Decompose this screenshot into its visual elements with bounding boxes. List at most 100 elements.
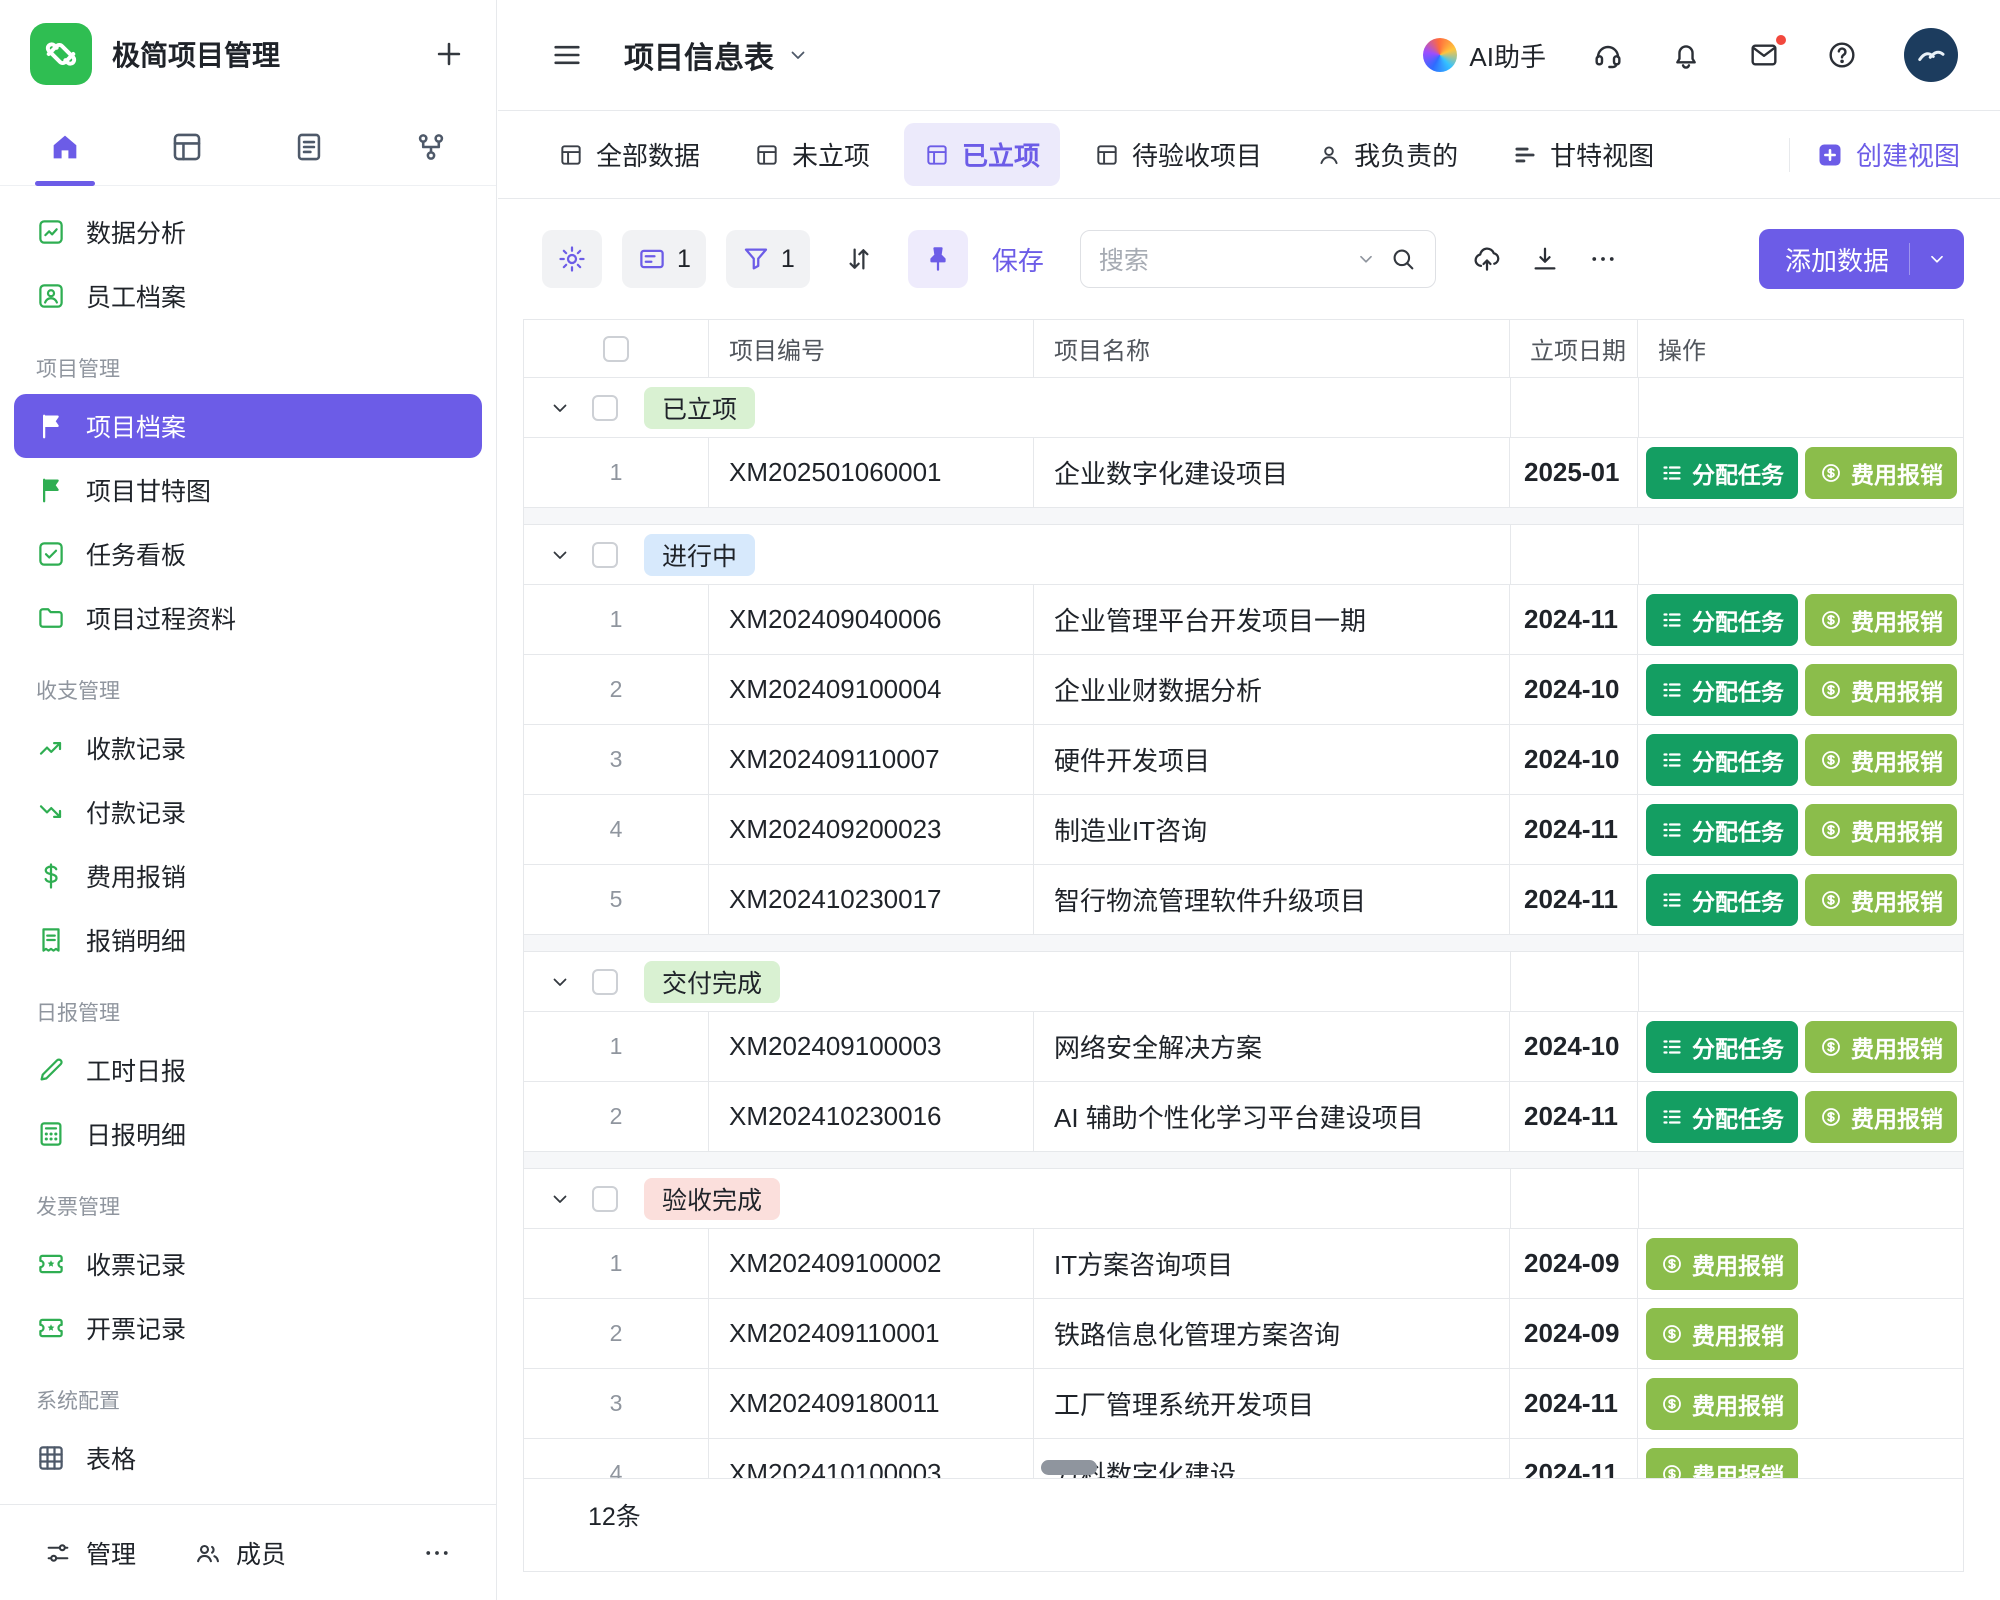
manage-button[interactable]: 管理 <box>44 1535 136 1571</box>
view-tab[interactable]: 甘特视图 <box>1492 123 1674 186</box>
search-icon[interactable] <box>1389 245 1417 273</box>
project-code-cell[interactable]: XM202409040006 <box>709 585 1034 654</box>
headset-icon[interactable] <box>1592 39 1624 71</box>
project-code-cell[interactable]: XM202410230017 <box>709 865 1034 934</box>
hamburger-icon[interactable] <box>550 38 584 72</box>
search-input[interactable]: 搜索 <box>1080 230 1436 288</box>
project-date-cell[interactable]: 2024-11 <box>1510 865 1638 934</box>
project-name-cell[interactable]: AI 辅助个性化学习平台建设项目 <box>1034 1082 1510 1151</box>
add-data-chevron-icon[interactable] <box>1926 248 1948 270</box>
project-code-cell[interactable]: XM202409110001 <box>709 1299 1034 1368</box>
project-date-cell[interactable]: 2024-09 <box>1510 1299 1638 1368</box>
column-header[interactable]: 操作 <box>1638 320 1963 377</box>
project-name-cell[interactable]: 企业管理平台开发项目一期 <box>1034 585 1510 654</box>
group-collapse-icon[interactable] <box>548 970 572 994</box>
column-header[interactable]: 项目编号 <box>709 320 1034 377</box>
create-view-button[interactable]: 创建视图 <box>1816 136 1960 173</box>
project-name-cell[interactable]: 铁路信息化管理方案咨询 <box>1034 1299 1510 1368</box>
expense-report-button[interactable]: 费用报销 <box>1805 1021 1957 1073</box>
import-icon[interactable] <box>1472 244 1502 274</box>
sidebar-item[interactable]: 收票记录 <box>14 1232 482 1296</box>
sidebar-item[interactable]: 付款记录 <box>14 780 482 844</box>
assign-task-button[interactable]: 分配任务 <box>1646 874 1798 926</box>
pin-button[interactable] <box>908 230 968 288</box>
row-checkbox[interactable] <box>592 542 618 568</box>
help-icon[interactable] <box>1826 39 1858 71</box>
group-collapse-icon[interactable] <box>548 396 572 420</box>
expense-report-button[interactable]: 费用报销 <box>1805 447 1957 499</box>
sidebar-more-icon[interactable] <box>422 1538 452 1568</box>
sidebar-item[interactable]: 报销明细 <box>14 908 482 972</box>
view-tab[interactable]: 全部数据 <box>538 123 720 186</box>
expense-report-button[interactable]: 费用报销 <box>1805 1091 1957 1143</box>
row-checkbox[interactable] <box>592 395 618 421</box>
view-tab[interactable]: 未立项 <box>734 123 890 186</box>
members-button[interactable]: 成员 <box>194 1535 286 1571</box>
sidebar-item[interactable]: 员工档案 <box>14 264 482 328</box>
project-code-cell[interactable]: XM202409100004 <box>709 655 1034 724</box>
ai-assistant-button[interactable]: AI助手 <box>1423 37 1546 74</box>
title-chevron-down-icon[interactable] <box>786 43 810 67</box>
project-date-cell[interactable]: 2024-11 <box>1510 1082 1638 1151</box>
sidebar-item[interactable]: 开票记录 <box>14 1296 482 1360</box>
sidebar-nav-tab-home[interactable] <box>48 108 82 185</box>
sidebar-item[interactable]: 任务看板 <box>14 522 482 586</box>
sidebar-item[interactable]: 流程 <box>14 1490 482 1504</box>
group-collapse-icon[interactable] <box>548 1187 572 1211</box>
row-checkbox[interactable] <box>603 336 629 362</box>
sidebar-item[interactable]: 表格 <box>14 1426 482 1490</box>
project-date-cell[interactable]: 2025-01 <box>1510 438 1638 507</box>
project-code-cell[interactable]: XM202501060001 <box>709 438 1034 507</box>
project-date-cell[interactable]: 2024-11 <box>1510 585 1638 654</box>
filter-button[interactable]: 1 <box>726 230 810 288</box>
project-name-cell[interactable]: 网络安全解决方案 <box>1034 1012 1510 1081</box>
sidebar-item[interactable]: 费用报销 <box>14 844 482 908</box>
sidebar-item[interactable]: 收款记录 <box>14 716 482 780</box>
project-name-cell[interactable]: 企业数字化建设项目 <box>1034 438 1510 507</box>
expense-report-button[interactable]: 费用报销 <box>1805 734 1957 786</box>
expense-report-button[interactable]: 费用报销 <box>1805 804 1957 856</box>
project-code-cell[interactable]: XM202409180011 <box>709 1369 1034 1438</box>
project-date-cell[interactable]: 2024-09 <box>1510 1229 1638 1298</box>
column-header[interactable]: 项目名称 <box>1034 320 1510 377</box>
expense-report-button[interactable]: 费用报销 <box>1805 664 1957 716</box>
assign-task-button[interactable]: 分配任务 <box>1646 1091 1798 1143</box>
view-tab[interactable]: 我负责的 <box>1296 123 1478 186</box>
bell-icon[interactable] <box>1670 39 1702 71</box>
column-header[interactable]: 立项日期 <box>1510 320 1638 377</box>
horizontal-scrollbar-thumb[interactable] <box>1041 1460 1097 1475</box>
assign-task-button[interactable]: 分配任务 <box>1646 664 1798 716</box>
project-code-cell[interactable]: XM202409100003 <box>709 1012 1034 1081</box>
project-name-cell[interactable]: 硬件开发项目 <box>1034 725 1510 794</box>
assign-task-button[interactable]: 分配任务 <box>1646 594 1798 646</box>
project-code-cell[interactable]: XM202410230016 <box>709 1082 1034 1151</box>
project-date-cell[interactable]: 2024-10 <box>1510 655 1638 724</box>
assign-task-button[interactable]: 分配任务 <box>1646 1021 1798 1073</box>
field-config-button[interactable]: 1 <box>622 230 706 288</box>
assign-task-button[interactable]: 分配任务 <box>1646 804 1798 856</box>
export-icon[interactable] <box>1530 244 1560 274</box>
sidebar-item[interactable]: 日报明细 <box>14 1102 482 1166</box>
row-checkbox[interactable] <box>592 1186 618 1212</box>
inbox-button[interactable] <box>1748 39 1780 71</box>
sidebar-item[interactable]: 项目过程资料 <box>14 586 482 650</box>
expense-report-button[interactable]: 费用报销 <box>1646 1238 1798 1290</box>
project-date-cell[interactable]: 2024-11 <box>1510 1369 1638 1438</box>
more-actions-icon[interactable] <box>1588 244 1618 274</box>
search-scope-chevron-icon[interactable] <box>1355 248 1377 270</box>
project-date-cell[interactable]: 2024-10 <box>1510 1012 1638 1081</box>
expense-report-button[interactable]: 费用报销 <box>1646 1308 1798 1360</box>
add-workspace-icon[interactable] <box>432 37 466 71</box>
sidebar-nav-tab-document[interactable] <box>292 108 326 185</box>
settings-button[interactable] <box>542 230 602 288</box>
project-code-cell[interactable]: XM202409100002 <box>709 1229 1034 1298</box>
sidebar-item[interactable]: 工时日报 <box>14 1038 482 1102</box>
project-date-cell[interactable]: 2024-11 <box>1510 795 1638 864</box>
sort-button[interactable] <box>830 230 888 288</box>
project-name-cell[interactable]: 智行物流管理软件升级项目 <box>1034 865 1510 934</box>
assign-task-button[interactable]: 分配任务 <box>1646 734 1798 786</box>
project-date-cell[interactable]: 2024-10 <box>1510 725 1638 794</box>
sidebar-nav-tab-flow-nav[interactable] <box>414 108 448 185</box>
expense-report-button[interactable]: 费用报销 <box>1805 874 1957 926</box>
project-name-cell[interactable]: 制造业IT咨询 <box>1034 795 1510 864</box>
